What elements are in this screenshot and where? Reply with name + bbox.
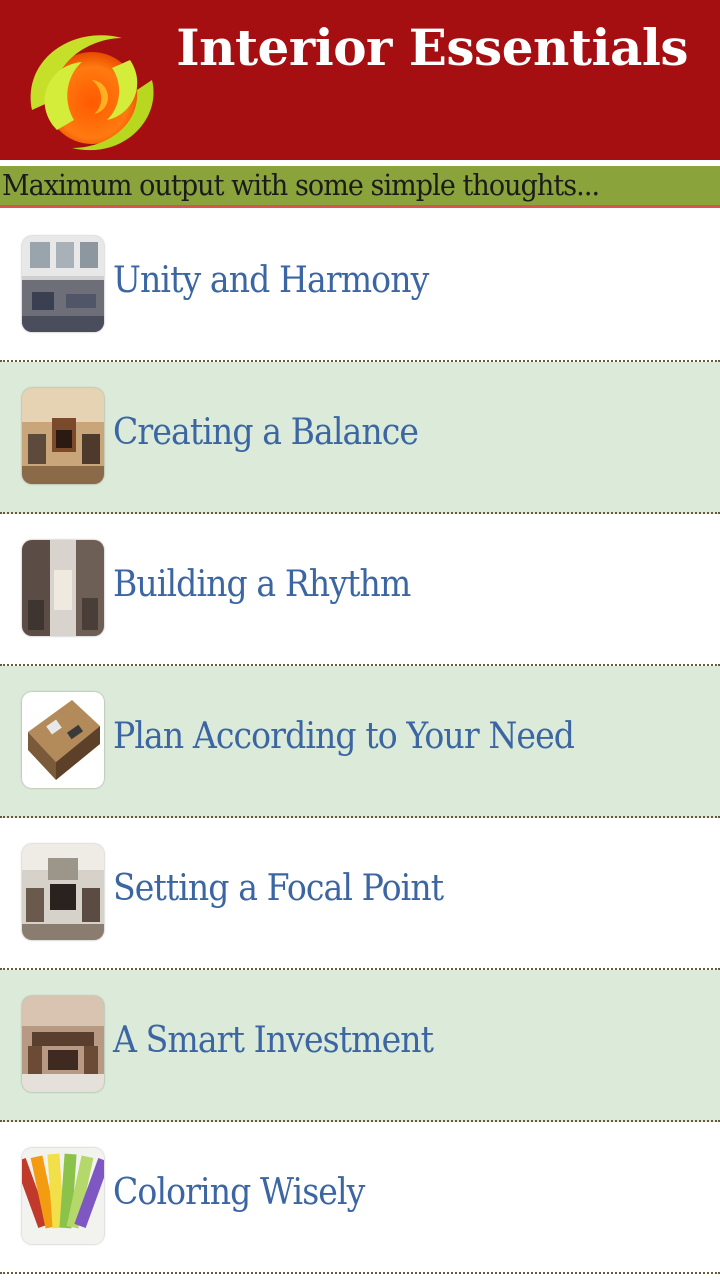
list-item-label: Setting a Focal Point bbox=[113, 868, 444, 909]
list-item[interactable]: Creating a Balance bbox=[0, 362, 720, 514]
floor-plan-photo-icon bbox=[22, 692, 104, 788]
list-item[interactable]: Building a Rhythm bbox=[0, 514, 720, 666]
color-swatches-photo-icon bbox=[22, 1148, 104, 1244]
dining-room-photo-icon bbox=[22, 996, 104, 1092]
list-item[interactable]: Coloring Wisely bbox=[0, 1122, 720, 1274]
hallway-photo-icon bbox=[22, 540, 104, 636]
focal-fireplace-photo-icon bbox=[22, 844, 104, 940]
app-title: Interior Essentials bbox=[176, 18, 688, 77]
list-item[interactable]: Setting a Focal Point bbox=[0, 818, 720, 970]
tagline-text: Maximum output with some simple thoughts… bbox=[2, 168, 600, 202]
list-item-label: Coloring Wisely bbox=[113, 1172, 365, 1213]
list-item-label: Unity and Harmony bbox=[113, 260, 429, 301]
list-item-label: Building a Rhythm bbox=[113, 564, 411, 605]
living-room-photo-icon bbox=[22, 236, 104, 332]
list-item[interactable]: Plan According to Your Need bbox=[0, 666, 720, 818]
list-item-label: Plan According to Your Need bbox=[113, 716, 575, 757]
fireplace-room-photo-icon bbox=[22, 388, 104, 484]
topic-list: Unity and Harmony Creating a Balance Bui… bbox=[0, 210, 720, 1274]
list-item[interactable]: A Smart Investment bbox=[0, 970, 720, 1122]
app-header: Interior Essentials bbox=[0, 0, 720, 160]
list-item-label: Creating a Balance bbox=[113, 412, 419, 453]
tagline-bar: Maximum output with some simple thoughts… bbox=[0, 166, 720, 208]
list-item[interactable]: Unity and Harmony bbox=[0, 210, 720, 362]
list-item-label: A Smart Investment bbox=[113, 1020, 434, 1061]
swirl-logo-icon bbox=[12, 20, 162, 156]
app-screen: Interior Essentials Maximum output with … bbox=[0, 0, 720, 1280]
